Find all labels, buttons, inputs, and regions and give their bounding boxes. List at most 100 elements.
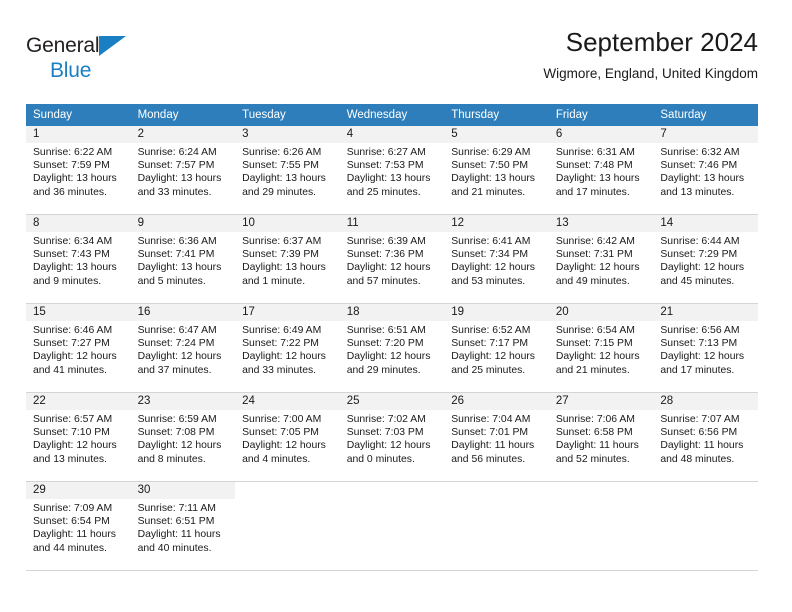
day-number: 7 <box>653 126 758 143</box>
day-number: 23 <box>130 393 236 410</box>
day-number <box>235 482 340 499</box>
sunrise-time: Sunrise: 6:24 AM <box>137 147 217 158</box>
day-cell-content <box>340 482 445 570</box>
sunrise-time: Sunrise: 7:09 AM <box>33 503 113 514</box>
sunrise-time: Sunrise: 6:59 AM <box>137 414 217 425</box>
calendar-day-cell[interactable]: 9 Sunrise: 6:36 AM Sunset: 7:41 PM Daylight… <box>130 214 236 304</box>
calendar-day-cell[interactable]: 15 Sunrise: 6:46 AM Sunset: 7:27 PM Dayligh… <box>26 303 131 393</box>
calendar-day-cell[interactable]: 28 Sunrise: 7:07 AM Sunset: 6:56 PM Dayligh… <box>653 392 758 482</box>
day-number: 9 <box>130 215 236 232</box>
column-header-saturday: Saturday <box>653 104 758 126</box>
daylight-duration-line1: Daylight: 12 hours <box>660 262 745 274</box>
day-details: Sunrise: 7:02 AM Sunset: 7:03 PM Daylight:… <box>340 410 445 466</box>
sunrise-time: Sunrise: 6:26 AM <box>242 147 322 158</box>
calendar-day-cell[interactable]: 23 Sunrise: 6:59 AM Sunset: 7:08 PM Dayligh… <box>130 392 236 482</box>
day-number: 15 <box>26 304 131 321</box>
calendar-day-cell[interactable]: 5 Sunrise: 6:29 AM Sunset: 7:50 PM Daylight… <box>444 126 549 215</box>
sunrise-time: Sunrise: 6:46 AM <box>33 325 113 336</box>
daylight-duration-line2: and 25 minutes. <box>346 186 421 198</box>
day-number: 10 <box>235 215 340 232</box>
column-header-thursday: Thursday <box>444 104 549 126</box>
calendar-day-cell[interactable]: 18 Sunrise: 6:51 AM Sunset: 7:20 PM Dayligh… <box>339 303 445 393</box>
sunrise-time: Sunrise: 6:34 AM <box>33 236 113 247</box>
day-number: 18 <box>339 304 445 321</box>
day-details: Sunrise: 6:51 AM Sunset: 7:20 PM Daylight:… <box>340 321 445 377</box>
calendar-day-cell[interactable]: 22 Sunrise: 6:57 AM Sunset: 7:10 PM Dayligh… <box>26 392 131 482</box>
calendar-day-cell[interactable]: 1 Sunrise: 6:22 AM Sunset: 7:59 PM Daylight… <box>26 126 131 215</box>
day-cell-content: 27 Sunrise: 7:06 AM Sunset: 6:58 PM Dayligh… <box>548 393 654 481</box>
day-cell-content: 19 Sunrise: 6:52 AM Sunset: 7:17 PM Dayligh… <box>444 304 549 392</box>
calendar-day-cell[interactable]: 17 Sunrise: 6:49 AM Sunset: 7:22 PM Dayligh… <box>235 303 340 393</box>
calendar-day-cell[interactable]: 7 Sunrise: 6:32 AM Sunset: 7:46 PM Daylight… <box>653 126 758 215</box>
calendar-day-cell[interactable]: 16 Sunrise: 6:47 AM Sunset: 7:24 PM Dayligh… <box>130 303 236 393</box>
daylight-duration-line1: Daylight: 12 hours <box>346 351 431 363</box>
calendar-day-cell[interactable]: 19 Sunrise: 6:52 AM Sunset: 7:17 PM Dayligh… <box>444 303 549 393</box>
day-cell-content: 15 Sunrise: 6:46 AM Sunset: 7:27 PM Dayligh… <box>26 304 131 392</box>
column-header-wednesday: Wednesday <box>339 104 445 126</box>
day-details: Sunrise: 7:11 AM Sunset: 6:51 PM Daylight:… <box>131 499 236 555</box>
calendar-day-cell-empty <box>339 481 445 571</box>
sunset-time: Sunset: 7:29 PM <box>660 249 738 261</box>
logo-triangle-icon <box>99 36 126 56</box>
calendar-day-cell[interactable]: 2 Sunrise: 6:24 AM Sunset: 7:57 PM Daylight… <box>130 126 236 215</box>
calendar-day-cell[interactable]: 24 Sunrise: 7:00 AM Sunset: 7:05 PM Dayligh… <box>235 392 340 482</box>
daylight-duration-line1: Daylight: 12 hours <box>242 440 326 452</box>
day-cell-content: 20 Sunrise: 6:54 AM Sunset: 7:15 PM Dayligh… <box>548 304 654 392</box>
sunrise-time: Sunrise: 7:02 AM <box>346 414 426 425</box>
calendar-header-row: Sunday Monday Tuesday Wednesday Thursday… <box>26 104 758 126</box>
daylight-duration-line1: Daylight: 13 hours <box>33 262 117 274</box>
sunrise-time: Sunrise: 6:41 AM <box>451 236 531 247</box>
day-number: 19 <box>444 304 549 321</box>
column-header-sunday: Sunday <box>26 104 131 126</box>
day-details: Sunrise: 6:41 AM Sunset: 7:34 PM Daylight:… <box>444 232 549 288</box>
daylight-duration-line1: Daylight: 11 hours <box>555 440 639 452</box>
day-details: Sunrise: 6:52 AM Sunset: 7:17 PM Daylight:… <box>444 321 549 377</box>
calendar-day-cell[interactable]: 3 Sunrise: 6:26 AM Sunset: 7:55 PM Daylight… <box>235 126 340 215</box>
calendar-day-cell[interactable]: 11 Sunrise: 6:39 AM Sunset: 7:36 PM Dayligh… <box>339 214 445 304</box>
day-details: Sunrise: 6:39 AM Sunset: 7:36 PM Daylight:… <box>340 232 445 288</box>
general-blue-logo[interactable]: General Blue <box>26 34 156 82</box>
sunset-time: Sunset: 7:31 PM <box>555 249 633 261</box>
day-cell-content: 2 Sunrise: 6:24 AM Sunset: 7:57 PM Daylight… <box>130 126 236 214</box>
daylight-duration-line1: Daylight: 13 hours <box>555 173 640 185</box>
calendar-day-cell[interactable]: 12 Sunrise: 6:41 AM Sunset: 7:34 PM Dayligh… <box>444 214 549 304</box>
calendar-day-cell[interactable]: 27 Sunrise: 7:06 AM Sunset: 6:58 PM Dayligh… <box>548 392 654 482</box>
calendar-day-cell[interactable]: 20 Sunrise: 6:54 AM Sunset: 7:15 PM Dayligh… <box>548 303 654 393</box>
calendar-day-cell[interactable]: 14 Sunrise: 6:44 AM Sunset: 7:29 PM Dayligh… <box>653 214 758 304</box>
calendar-day-cell[interactable]: 25 Sunrise: 7:02 AM Sunset: 7:03 PM Dayligh… <box>339 392 445 482</box>
calendar-day-cell[interactable]: 13 Sunrise: 6:42 AM Sunset: 7:31 PM Dayligh… <box>548 214 654 304</box>
day-number: 30 <box>130 482 236 499</box>
day-number: 5 <box>444 126 549 143</box>
daylight-duration-line2: and 13 minutes. <box>33 453 107 465</box>
calendar-day-cell[interactable]: 10 Sunrise: 6:37 AM Sunset: 7:39 PM Dayligh… <box>235 214 340 304</box>
calendar-day-cell[interactable]: 26 Sunrise: 7:04 AM Sunset: 7:01 PM Dayligh… <box>444 392 549 482</box>
sunrise-time: Sunrise: 6:42 AM <box>555 236 635 247</box>
sunset-time: Sunset: 7:10 PM <box>33 427 110 439</box>
daylight-duration-line2: and 9 minutes. <box>33 275 102 287</box>
sunset-time: Sunset: 6:58 PM <box>555 427 633 439</box>
calendar-day-cell[interactable]: 4 Sunrise: 6:27 AM Sunset: 7:53 PM Daylight… <box>339 126 445 215</box>
page-subtitle: Wigmore, England, United Kingdom <box>543 66 758 81</box>
daylight-duration-line1: Daylight: 11 hours <box>451 440 535 452</box>
calendar-page: General Blue September 2024 Wigmore, Eng… <box>0 0 792 612</box>
sunset-time: Sunset: 7:59 PM <box>33 160 110 172</box>
day-number: 11 <box>339 215 445 232</box>
sunrise-time: Sunrise: 6:29 AM <box>451 147 531 158</box>
calendar-day-cell[interactable]: 29 Sunrise: 7:09 AM Sunset: 6:54 PM Dayligh… <box>26 481 131 571</box>
daylight-duration-line1: Daylight: 12 hours <box>33 351 117 363</box>
sunset-time: Sunset: 7:34 PM <box>451 249 529 261</box>
sunset-time: Sunset: 7:13 PM <box>660 338 738 350</box>
sunrise-time: Sunrise: 7:11 AM <box>137 503 216 514</box>
sunset-time: Sunset: 7:36 PM <box>346 249 424 261</box>
day-number <box>340 482 445 499</box>
sunrise-time: Sunrise: 6:27 AM <box>346 147 426 158</box>
daylight-duration-line2: and 21 minutes. <box>451 186 526 198</box>
day-details: Sunrise: 6:31 AM Sunset: 7:48 PM Daylight:… <box>549 143 654 199</box>
calendar-day-cell[interactable]: 8 Sunrise: 6:34 AM Sunset: 7:43 PM Daylight… <box>26 214 131 304</box>
calendar-day-cell[interactable]: 21 Sunrise: 6:56 AM Sunset: 7:13 PM Dayligh… <box>653 303 758 393</box>
calendar-day-cell[interactable]: 30 Sunrise: 7:11 AM Sunset: 6:51 PM Dayligh… <box>130 481 236 571</box>
sunrise-time: Sunrise: 6:44 AM <box>660 236 740 247</box>
calendar-week-row: 29 Sunrise: 7:09 AM Sunset: 6:54 PM Dayligh… <box>26 481 758 571</box>
daylight-duration-line2: and 49 minutes. <box>555 275 630 287</box>
calendar-day-cell[interactable]: 6 Sunrise: 6:31 AM Sunset: 7:48 PM Daylight… <box>548 126 654 215</box>
